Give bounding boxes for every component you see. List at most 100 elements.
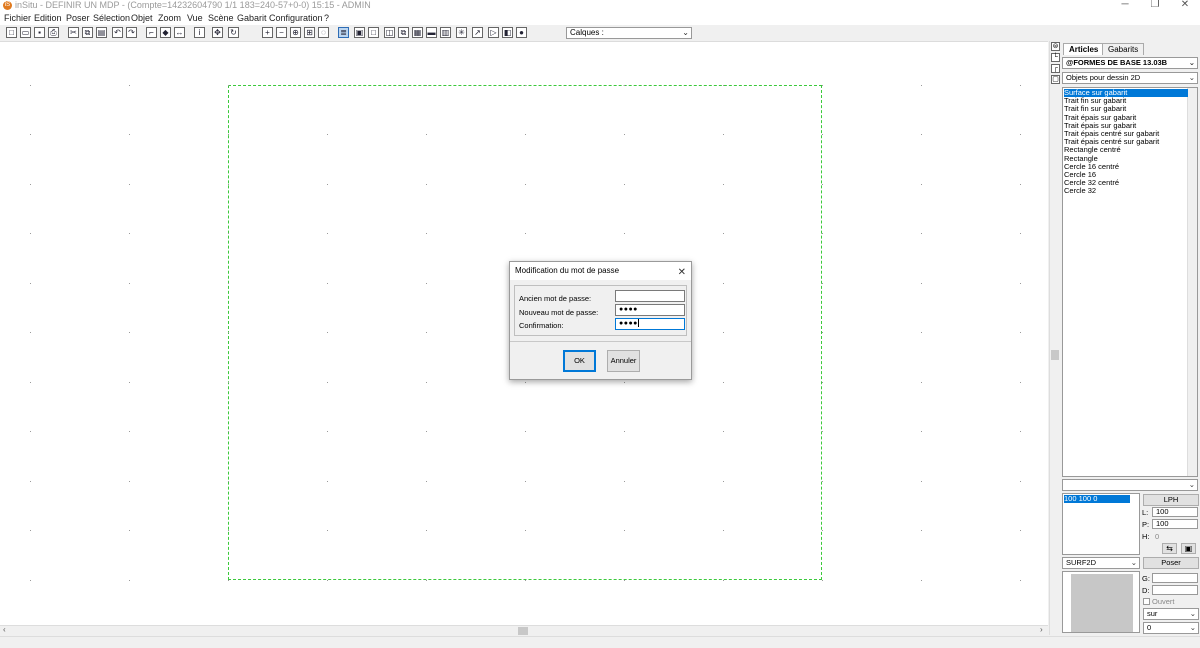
grid-dot: [327, 580, 328, 581]
menu-gabarit[interactable]: Gabarit: [237, 13, 267, 24]
box-icon[interactable]: ▦: [412, 27, 423, 38]
car-icon[interactable]: ▬: [426, 27, 437, 38]
zoom-window-icon[interactable]: ⊞: [304, 27, 315, 38]
measure-icon[interactable]: ↔: [174, 27, 185, 38]
swap-icon[interactable]: ⇆: [1162, 543, 1177, 554]
select-icon[interactable]: ▣: [354, 27, 365, 38]
cube-icon[interactable]: ◫: [384, 27, 395, 38]
frame-tool-icon[interactable]: ▢: [1051, 75, 1060, 84]
ouvert-checkbox[interactable]: [1143, 598, 1150, 605]
horizontal-scrollbar[interactable]: ‹ ›: [0, 625, 1048, 635]
wall-icon[interactable]: ▥: [440, 27, 451, 38]
article-item[interactable]: Cercle 32: [1064, 187, 1188, 195]
grid-dot: [327, 283, 328, 284]
l-field[interactable]: 100: [1152, 507, 1198, 517]
grid-dot: [723, 431, 724, 432]
copy-icon[interactable]: ⧉: [82, 27, 93, 38]
close-window-button[interactable]: ✕: [1170, 0, 1200, 11]
grid-dot: [129, 85, 130, 86]
corner-tool-icon[interactable]: └: [1051, 53, 1060, 62]
vertical-scrollbar[interactable]: ⊜ └ ┌ ▢: [1049, 41, 1060, 635]
sur-combo[interactable]: sur ⌄: [1143, 608, 1199, 620]
tab-articles[interactable]: Articles: [1063, 43, 1105, 55]
eye-icon[interactable]: ●: [516, 27, 527, 38]
snap-tool-icon[interactable]: ⊜: [1051, 42, 1060, 51]
zoom-fit-icon[interactable]: ⊕: [290, 27, 301, 38]
dims-list-item[interactable]: 100 100 0: [1064, 495, 1130, 503]
article-list-scrollbar[interactable]: [1187, 88, 1197, 476]
scroll-left-icon[interactable]: ‹: [3, 625, 6, 634]
d-field[interactable]: [1152, 585, 1198, 595]
zero-combo[interactable]: 0 ⌄: [1143, 622, 1199, 634]
corner-tool-2-icon[interactable]: ┌: [1051, 64, 1060, 73]
type-combo[interactable]: SURF2D ⌄: [1062, 557, 1140, 569]
save-icon[interactable]: ▪: [34, 27, 45, 38]
menu-bar: Fichier Edition Poser Sélection Objet Zo…: [0, 12, 1200, 25]
tab-gabarits[interactable]: Gabarits: [1102, 43, 1145, 55]
menu-fichier[interactable]: Fichier: [4, 13, 31, 24]
preview-icon[interactable]: ▣: [1181, 543, 1196, 554]
g-field[interactable]: [1152, 573, 1198, 583]
menu-scene[interactable]: Scène: [208, 13, 234, 24]
info-icon[interactable]: i: [194, 27, 205, 38]
menu-configuration[interactable]: Configuration: [269, 13, 323, 24]
grid-dot: [822, 233, 823, 234]
menu-help[interactable]: ?: [324, 13, 329, 24]
grid-dot: [129, 382, 130, 383]
undo-icon[interactable]: ↶: [112, 27, 123, 38]
confirm-password-input[interactable]: ●●●●: [615, 318, 685, 330]
cancel-button[interactable]: Annuler: [607, 350, 640, 372]
library-combo[interactable]: @FORMES DE BASE 13.03B ⌄: [1062, 57, 1198, 69]
flag-icon[interactable]: ▷: [488, 27, 499, 38]
grid-dot: [723, 580, 724, 581]
paste-icon[interactable]: ▤: [96, 27, 107, 38]
calques-combo[interactable]: Calques : ⌄: [566, 27, 692, 39]
zoom-out-icon[interactable]: −: [276, 27, 287, 38]
open-folder-icon[interactable]: ▭: [20, 27, 31, 38]
article-list[interactable]: Surface sur gabarit Trait fin sur gabarit…: [1062, 87, 1198, 477]
copy-object-icon[interactable]: ⧉: [398, 27, 409, 38]
vertical-scroll-thumb[interactable]: [1051, 350, 1059, 360]
move-icon[interactable]: ✥: [212, 27, 223, 38]
redo-icon[interactable]: ↷: [126, 27, 137, 38]
lph-button[interactable]: LPH: [1143, 494, 1199, 506]
print-icon[interactable]: ⎙: [48, 27, 59, 38]
grid-dot: [1020, 481, 1021, 482]
category-combo[interactable]: Objets pour dessin 2D ⌄: [1062, 72, 1198, 84]
grid-dot: [1020, 233, 1021, 234]
menu-edition[interactable]: Edition: [34, 13, 62, 24]
new-password-input[interactable]: ●●●●: [615, 304, 685, 316]
close-icon[interactable]: ✕: [678, 264, 686, 282]
menu-selection[interactable]: Sélection: [93, 13, 130, 24]
rotate-icon[interactable]: ↻: [228, 27, 239, 38]
grid-dot: [228, 134, 229, 135]
new-file-icon[interactable]: □: [6, 27, 17, 38]
menu-vue[interactable]: Vue: [187, 13, 203, 24]
restore-button[interactable]: ❐: [1140, 0, 1170, 11]
stairs-icon[interactable]: ⌐: [146, 27, 157, 38]
menu-objet[interactable]: Objet: [131, 13, 153, 24]
zoom-in-icon[interactable]: +: [262, 27, 273, 38]
cut-icon[interactable]: ✂: [68, 27, 79, 38]
old-password-input[interactable]: [615, 290, 685, 302]
light-icon[interactable]: ✳: [456, 27, 467, 38]
scroll-right-icon[interactable]: ›: [1040, 625, 1043, 634]
mirror-icon[interactable]: ◧: [502, 27, 513, 38]
horizontal-scroll-thumb[interactable]: [518, 627, 528, 635]
ok-button[interactable]: OK: [563, 350, 596, 372]
grid-dot: [129, 580, 130, 581]
paint-icon[interactable]: ◆: [160, 27, 171, 38]
h-value: 0: [1155, 532, 1160, 541]
pick-icon[interactable]: ↗: [472, 27, 483, 38]
grid-dot: [426, 530, 427, 531]
poser-button[interactable]: Poser: [1143, 557, 1199, 569]
layers-icon[interactable]: ≣: [338, 27, 349, 38]
menu-poser[interactable]: Poser: [66, 13, 90, 24]
zoom-previous-icon[interactable]: ◌: [318, 27, 329, 38]
rectangle-icon[interactable]: □: [368, 27, 379, 38]
minimize-button[interactable]: ─: [1110, 0, 1140, 11]
p-field[interactable]: 100: [1152, 519, 1198, 529]
dims-list[interactable]: 100 100 0: [1062, 493, 1140, 555]
menu-zoom[interactable]: Zoom: [158, 13, 181, 24]
sub-combo[interactable]: ⌄: [1062, 479, 1198, 491]
